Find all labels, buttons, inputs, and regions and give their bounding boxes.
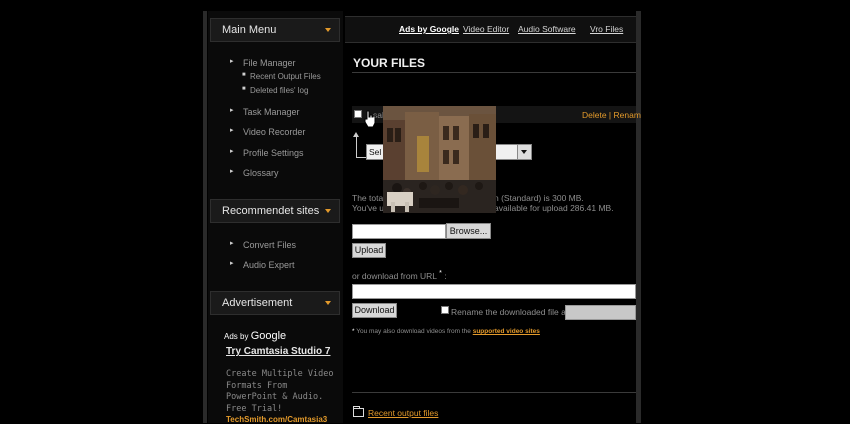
video-thumbnail[interactable] <box>383 106 496 213</box>
file-path-input[interactable] <box>352 224 446 239</box>
bullet-icon: ▸ <box>230 58 234 65</box>
bullet-icon: ▸ <box>230 107 234 114</box>
page-frame-left <box>203 11 207 423</box>
sidebar-subitem-deleted-log[interactable]: Deleted files' log <box>250 86 308 95</box>
google-logo: Google <box>250 330 287 342</box>
ads-by-label: Ads by <box>224 332 249 341</box>
quota-line-2-end: available for upload 286.41 MB. <box>494 203 614 213</box>
connector-line <box>356 136 357 157</box>
sidebar-subitem-recent-output[interactable]: Recent Output Files <box>250 72 321 81</box>
url-label-colon: : <box>444 270 447 281</box>
bullet-icon: ▸ <box>230 168 234 175</box>
ads-by-google[interactable]: Ads by Google <box>224 330 286 342</box>
recommended-item-audio-expert[interactable]: Audio Expert <box>243 260 295 270</box>
footnote: * You may also download videos from the … <box>352 328 540 335</box>
top-nav-video-editor[interactable]: Video Editor <box>463 24 509 34</box>
top-nav-ads-by-google[interactable]: Ads by Google <box>399 24 459 34</box>
recommended-title: Recommendet sites <box>222 205 320 217</box>
chevron-down-icon[interactable] <box>325 28 331 32</box>
sidebar-item-task-manager[interactable]: Task Manager <box>243 107 300 117</box>
quota-line-1-start: The total <box>352 193 386 203</box>
file-actions[interactable]: Delete | Renam <box>582 110 641 120</box>
advertisement-title: Advertisement <box>222 297 293 309</box>
bullet-icon: ▸ <box>230 127 234 134</box>
footnote-text: You may also download videos from the <box>356 328 471 335</box>
select-all-checkbox[interactable] <box>354 110 362 118</box>
chevron-down-icon[interactable] <box>517 145 531 159</box>
bullet-icon: ■ <box>242 72 246 78</box>
bullet-icon: ▸ <box>230 240 234 247</box>
url-label-text: or download from URL <box>352 270 437 281</box>
top-nav-audio-software[interactable]: Audio Software <box>518 24 576 34</box>
rename-checkbox[interactable] <box>441 306 449 314</box>
sidebar-item-file-manager[interactable]: File Manager <box>243 58 296 68</box>
chevron-down-icon[interactable] <box>325 301 331 305</box>
sidebar-item-video-recorder[interactable]: Video Recorder <box>243 127 305 137</box>
page-title: YOUR FILES <box>353 56 426 70</box>
bullet-icon: ▸ <box>230 260 234 267</box>
upload-button[interactable]: Upload <box>352 243 386 258</box>
sidebar-item-glossary[interactable]: Glossary <box>243 168 279 178</box>
video-thumbnail-image <box>383 106 496 213</box>
download-button[interactable]: Download <box>352 303 397 318</box>
divider <box>352 72 636 73</box>
bullet-icon: ■ <box>242 86 246 92</box>
page-frame-right <box>636 11 641 423</box>
advertisement-header[interactable]: Advertisement <box>210 291 340 315</box>
rename-input[interactable] <box>565 305 636 320</box>
recommended-header[interactable]: Recommendet sites <box>210 199 340 223</box>
divider <box>352 392 636 393</box>
recent-output-link[interactable]: Recent output files <box>368 408 438 418</box>
recommended-item-convert-files[interactable]: Convert Files <box>243 240 296 250</box>
chevron-down-icon[interactable] <box>325 209 331 213</box>
hand-cursor-icon <box>364 110 376 128</box>
top-nav-vro-files[interactable]: Vro Files <box>590 24 623 34</box>
main-menu-header[interactable]: Main Menu <box>210 18 340 42</box>
connector-line <box>356 157 366 158</box>
url-input[interactable] <box>352 284 636 299</box>
url-label-marker: * <box>439 270 442 277</box>
bulk-action-select-value: Sel <box>369 147 382 157</box>
rename-label: Rename the downloaded file as <box>451 307 571 317</box>
quota-line-1-end: n (Standard) is 300 MB. <box>494 193 584 203</box>
url-label: or download from URL * : <box>352 270 447 281</box>
ad-text: Create Multiple Video Formats From Power… <box>226 369 334 414</box>
folder-icon <box>353 406 364 417</box>
browse-button[interactable]: Browse... <box>446 223 491 239</box>
footnote-marker: * <box>352 328 355 335</box>
sidebar-item-profile-settings[interactable]: Profile Settings <box>243 148 304 158</box>
quota-line-2-start: You've u <box>352 203 385 213</box>
main-menu-title: Main Menu <box>222 24 277 36</box>
supported-sites-link[interactable]: supported video sites <box>473 328 540 335</box>
bullet-icon: ▸ <box>230 148 234 155</box>
ad-title-link[interactable]: Try Camtasia Studio 7 <box>226 346 332 358</box>
